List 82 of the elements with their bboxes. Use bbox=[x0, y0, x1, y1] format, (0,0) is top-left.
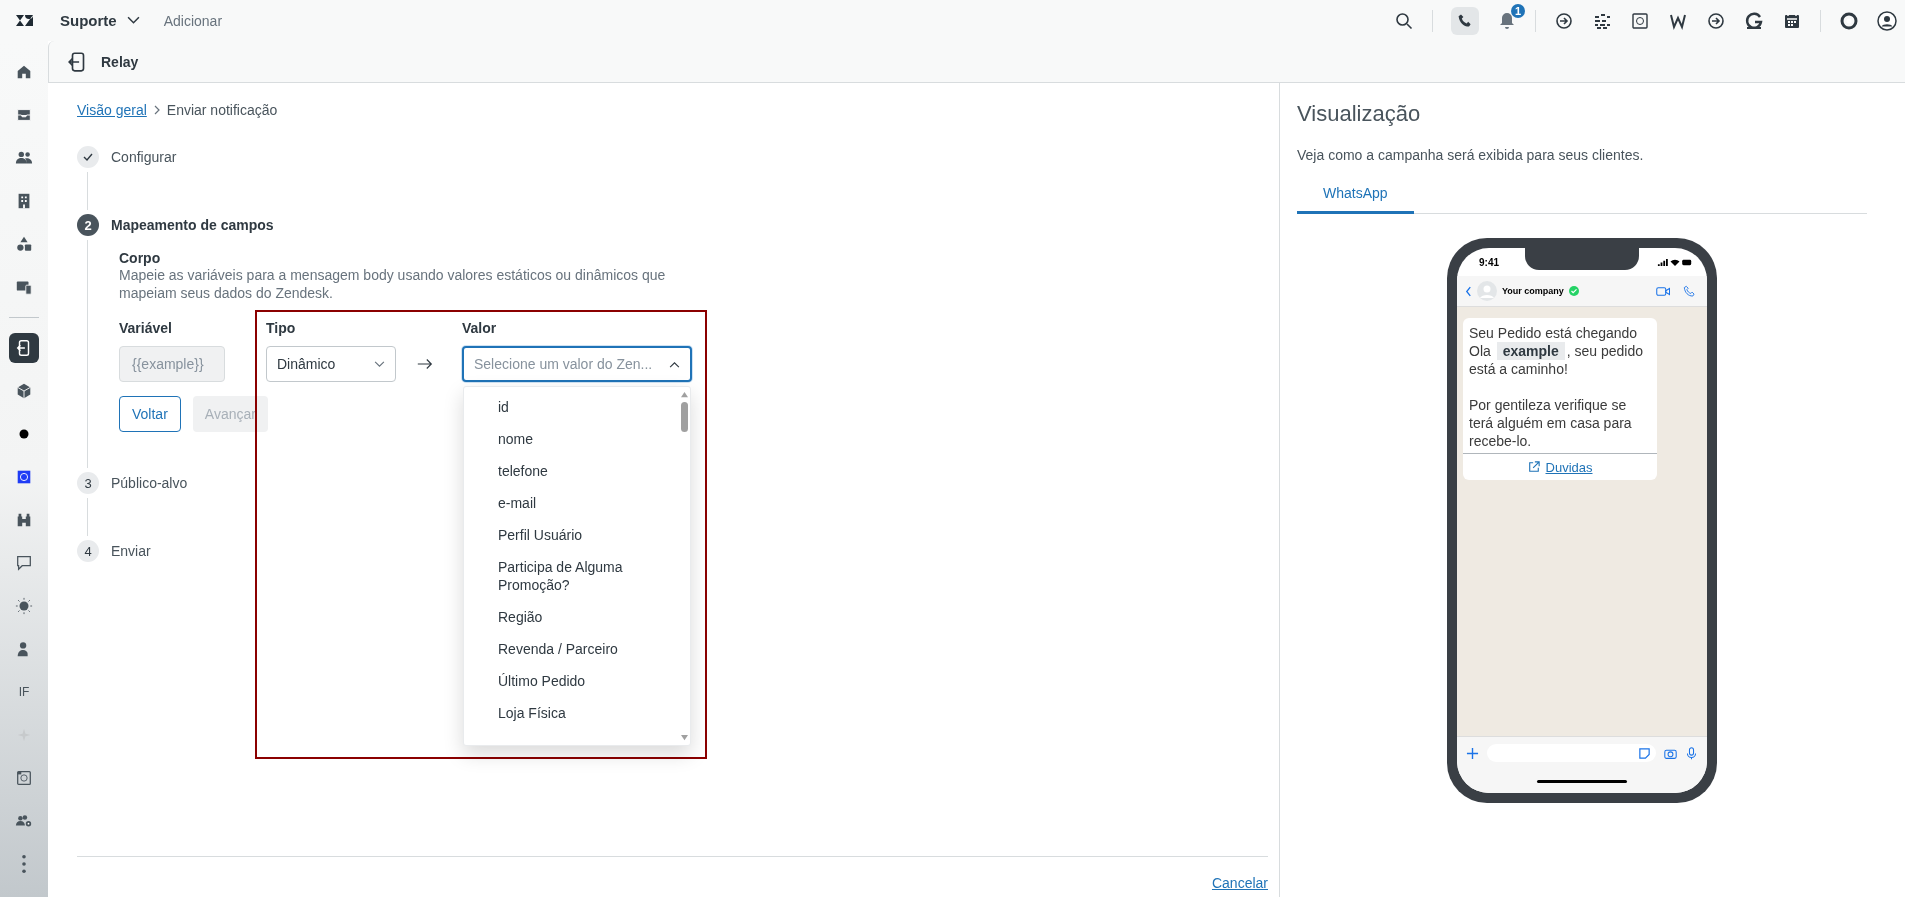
chat-square-icon bbox=[15, 769, 33, 787]
cancel-link[interactable]: Cancelar bbox=[1211, 875, 1268, 891]
section-title: Corpo bbox=[119, 250, 162, 266]
status-time: 9:41 bbox=[1479, 256, 1499, 268]
search-icon[interactable] bbox=[1394, 10, 1414, 31]
arrow-circle-icon[interactable] bbox=[1554, 10, 1574, 31]
step-label: Enviar bbox=[111, 543, 151, 559]
external-link-icon bbox=[1527, 461, 1540, 473]
phone-icon[interactable] bbox=[1682, 284, 1697, 298]
step-label: Mapeamento de campos bbox=[111, 217, 274, 233]
value-dropdown[interactable]: Selecione um valor do Zen... bbox=[462, 346, 692, 382]
variable-field: {{example}} bbox=[119, 346, 225, 382]
binoculars-icon bbox=[15, 511, 33, 529]
dropdown-option[interactable]: Último Pedido bbox=[464, 665, 678, 697]
scroll-down-icon[interactable] bbox=[679, 734, 689, 741]
add-button[interactable]: Adicionar bbox=[163, 12, 223, 29]
message-input[interactable] bbox=[1487, 744, 1656, 762]
dropdown-option[interactable]: nome bbox=[464, 423, 678, 455]
column-label: Variável bbox=[119, 320, 173, 336]
home-icon bbox=[15, 63, 33, 81]
chevron-right-icon bbox=[152, 104, 161, 116]
step-number: 3 bbox=[77, 472, 99, 494]
message-text: Por gentileza verifique se terá alguém em casa para recebe-lo. bbox=[1468, 396, 1633, 451]
g-shape-icon[interactable] bbox=[1744, 10, 1764, 31]
section-description: Mapeie as variáveis para a mensagem body usando valores estáticos ou dinâmicos que mapeiam seus dados do Zendesk. bbox=[119, 266, 667, 302]
chevron-down-icon bbox=[126, 16, 140, 25]
nav-button[interactable] bbox=[9, 333, 39, 363]
column-label: Valor bbox=[462, 320, 498, 336]
avatar-icon bbox=[1477, 281, 1497, 301]
dropdown-option[interactable]: Loja Física bbox=[464, 697, 678, 729]
dropdown-option[interactable]: Região bbox=[464, 601, 678, 633]
nav-button[interactable]: IF bbox=[9, 677, 39, 707]
more-icon bbox=[22, 855, 26, 873]
app-icon bbox=[15, 468, 33, 486]
dropdown-option[interactable]: Participa de Alguma Promoção? bbox=[464, 551, 678, 601]
channel-tab[interactable]: WhatsApp bbox=[1297, 177, 1414, 214]
message-title: Seu Pedido está chegando bbox=[1468, 324, 1639, 342]
check-icon bbox=[82, 151, 94, 163]
column-label: Tipo bbox=[266, 320, 297, 336]
dropdown-option[interactable]: id bbox=[464, 391, 678, 423]
cube-icon bbox=[15, 382, 33, 400]
back-chevron-icon[interactable] bbox=[1465, 285, 1472, 297]
dropdown-option[interactable]: Revenda / Parceiro bbox=[464, 633, 678, 665]
arrow-circle-icon[interactable] bbox=[1706, 10, 1726, 31]
back-button[interactable]: Voltar bbox=[119, 396, 181, 432]
preview-title: Visualização bbox=[1297, 101, 1422, 127]
app-title: Relay bbox=[101, 53, 139, 70]
scroll-thumb[interactable] bbox=[680, 402, 688, 432]
microphone-icon[interactable] bbox=[1685, 746, 1698, 760]
status-icons bbox=[1657, 257, 1693, 267]
avatar-icon[interactable] bbox=[1877, 10, 1897, 31]
chat-square-icon[interactable] bbox=[1630, 10, 1650, 31]
product-switcher[interactable]: Suporte bbox=[60, 12, 140, 29]
message-text: Ola example , seu pedido está a caminho! bbox=[1468, 342, 1645, 378]
chevron-down-icon bbox=[374, 360, 385, 368]
chat-icon bbox=[15, 554, 33, 572]
step-label: Público-alvo bbox=[111, 475, 188, 491]
search-input[interactable]: Selecione um valor do Zen... bbox=[474, 356, 665, 372]
sticker-icon[interactable] bbox=[1638, 746, 1651, 760]
breadcrumb-link[interactable]: Visão geral bbox=[77, 102, 147, 118]
dropdown-option[interactable]: Perfil Usuário bbox=[464, 519, 678, 551]
type-dropdown[interactable]: Dinâmico bbox=[266, 346, 396, 382]
notification-count: 1 bbox=[1511, 3, 1525, 18]
video-icon[interactable] bbox=[1656, 284, 1671, 298]
scroll-up-icon[interactable] bbox=[679, 391, 689, 398]
contact-name: Your company bbox=[1502, 286, 1564, 296]
preview-description: Veja como a campanha será exibida para seus clientes. bbox=[1297, 147, 1645, 163]
shapes-icon bbox=[15, 235, 33, 253]
phone-icon bbox=[1457, 12, 1473, 29]
step-number: 2 bbox=[77, 214, 99, 236]
step-label: Configurar bbox=[111, 149, 177, 165]
breadcrumb-current: Enviar notificação bbox=[166, 102, 278, 118]
sun-icon bbox=[15, 597, 33, 615]
dropdown-option[interactable]: e-mail bbox=[464, 487, 678, 519]
arrow-right-icon bbox=[416, 358, 434, 370]
chevron-up-icon bbox=[669, 360, 680, 368]
dropdown-option[interactable]: telefone bbox=[464, 455, 678, 487]
phone-button[interactable] bbox=[1451, 6, 1479, 35]
inbox-icon bbox=[15, 106, 33, 124]
message-link[interactable]: Duvidas bbox=[1545, 459, 1593, 475]
step-number: 4 bbox=[77, 540, 99, 562]
plus-icon[interactable] bbox=[1466, 746, 1479, 760]
